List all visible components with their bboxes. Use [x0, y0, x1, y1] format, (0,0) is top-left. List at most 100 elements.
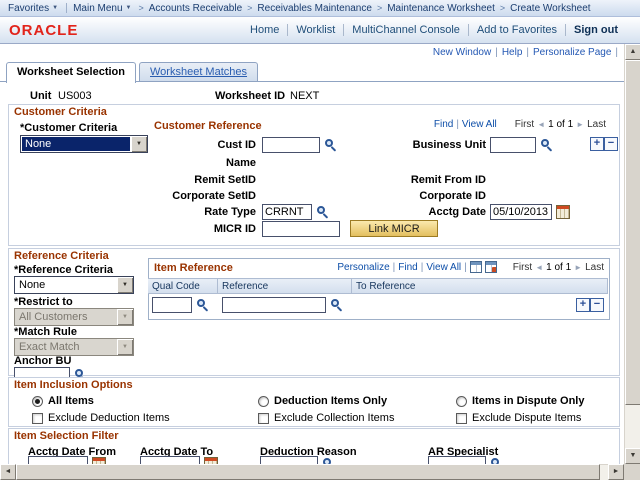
vertical-scroll-thumb[interactable] [625, 60, 640, 405]
checkbox-exclude-deduction-items-label: Exclude Deduction Items [48, 412, 170, 424]
scroll-left-button[interactable]: ◄ [0, 464, 16, 480]
pipe-separator: | [464, 262, 467, 273]
pipe-separator: | [421, 262, 424, 273]
breadcrumb-item-maintenance-worksheet[interactable]: Maintenance Worksheet [387, 3, 495, 14]
acctg-date-from-input[interactable] [28, 456, 88, 464]
last-label[interactable]: Last [587, 119, 606, 130]
add-row-button[interactable]: + [576, 298, 590, 312]
vertical-scrollbar[interactable]: ▲ ▼ [624, 44, 640, 464]
checkbox-exclude-collection-items[interactable] [258, 413, 269, 424]
business-unit-lookup-icon[interactable] [540, 138, 554, 152]
chevron-down-icon[interactable]: ▼ [131, 136, 147, 152]
breadcrumb-main-menu[interactable]: Main Menu [73, 3, 122, 14]
radio-items-in-dispute-only-label: Items in Dispute Only [472, 395, 584, 407]
acctg-date-label: Acctg Date [384, 206, 486, 218]
checkbox-exclude-dispute-items[interactable] [456, 413, 467, 424]
first-label[interactable]: First [513, 262, 532, 273]
item-inclusion-title: Item Inclusion Options [14, 379, 133, 391]
find-link[interactable]: Find [434, 119, 453, 130]
column-header-to-reference[interactable]: To Reference [352, 278, 608, 294]
deduction-reason-lookup-icon[interactable] [322, 457, 336, 464]
rate-type-input[interactable] [262, 204, 312, 220]
business-unit-input[interactable] [490, 137, 536, 153]
cust-id-lookup-icon[interactable] [324, 138, 338, 152]
deduction-reason-input[interactable] [260, 456, 318, 464]
rate-type-lookup-icon[interactable] [316, 205, 330, 219]
zoom-grid-icon[interactable] [485, 261, 497, 273]
customer-criteria-select[interactable]: None ▼ [20, 135, 148, 153]
corporate-setid-label: Corporate SetID [150, 190, 256, 202]
sign-out-link[interactable]: Sign out [565, 24, 626, 36]
personalize-link[interactable]: Personalize [337, 262, 389, 273]
first-label[interactable]: First [515, 119, 534, 130]
scroll-up-button[interactable]: ▲ [625, 44, 640, 60]
tab-worksheet-selection[interactable]: Worksheet Selection [6, 62, 136, 83]
multichannel-console-link[interactable]: MultiChannel Console [343, 24, 468, 36]
reference-lookup-icon[interactable] [330, 298, 344, 312]
row-count: 1 of 1 [546, 262, 571, 273]
tab-worksheet-matches[interactable]: Worksheet Matches [139, 62, 258, 82]
checkbox-exclude-deduction-items[interactable] [32, 413, 43, 424]
personalize-page-link[interactable]: Personalize Page [533, 47, 611, 58]
acctg-date-from-calendar-icon[interactable] [92, 457, 106, 464]
radio-deduction-items-only[interactable] [258, 396, 269, 407]
link-micr-button[interactable]: Link MICR [350, 220, 438, 237]
chevron-down-icon[interactable]: ▼ [52, 5, 58, 11]
ar-specialist-lookup-icon[interactable] [490, 457, 504, 464]
scroll-down-button[interactable]: ▼ [625, 448, 640, 464]
reference-criteria-dropdown-label: *Reference Criteria [14, 264, 113, 276]
qual-code-input[interactable] [152, 297, 192, 313]
banner-links: Home Worklist MultiChannel Console Add t… [242, 24, 626, 36]
breadcrumb-separator: > [500, 3, 505, 13]
add-row-button[interactable]: + [590, 137, 604, 151]
pipe-separator: | [393, 262, 396, 273]
breadcrumb-separator: > [377, 3, 382, 13]
ar-specialist-input[interactable] [428, 456, 486, 464]
chevron-down-icon[interactable]: ▼ [117, 277, 133, 293]
horizontal-scrollbar[interactable]: ◄ ► [0, 464, 624, 480]
column-header-reference[interactable]: Reference [218, 278, 352, 294]
find-link[interactable]: Find [398, 262, 417, 273]
last-label[interactable]: Last [585, 262, 604, 273]
reference-input[interactable] [222, 297, 326, 313]
acctg-date-to-calendar-icon[interactable] [204, 457, 218, 464]
acctg-date-to-input[interactable] [140, 456, 200, 464]
next-row-icon[interactable]: ► [576, 120, 584, 129]
acctg-date-input[interactable] [490, 204, 552, 220]
worklist-link[interactable]: Worklist [287, 24, 343, 36]
column-header-qual-code[interactable]: Qual Code [148, 278, 218, 294]
acctg-date-calendar-icon[interactable] [556, 205, 570, 219]
download-grid-icon[interactable] [470, 261, 482, 273]
breadcrumb-separator: > [139, 3, 144, 13]
delete-row-button[interactable]: − [604, 137, 618, 151]
scroll-right-button[interactable]: ► [608, 464, 624, 480]
help-link[interactable]: Help [502, 47, 523, 58]
new-window-link[interactable]: New Window [433, 47, 491, 58]
corporate-id-label: Corporate ID [384, 190, 486, 202]
add-to-favorites-link[interactable]: Add to Favorites [468, 24, 565, 36]
previous-row-icon[interactable]: ◄ [537, 120, 545, 129]
previous-row-icon[interactable]: ◄ [535, 263, 543, 272]
delete-row-button[interactable]: − [590, 298, 604, 312]
reference-criteria-select[interactable]: None ▼ [14, 276, 134, 294]
horizontal-scroll-thumb[interactable] [16, 464, 600, 480]
customer-criteria-title: Customer Criteria [14, 106, 107, 118]
breadcrumb-item-receivables-maintenance[interactable]: Receivables Maintenance [257, 3, 372, 14]
radio-all-items[interactable] [32, 396, 43, 407]
home-link[interactable]: Home [242, 24, 287, 36]
match-rule-selected-value: Exact Match [16, 340, 116, 354]
unit-label: Unit [30, 90, 51, 102]
chevron-down-icon[interactable]: ▼ [126, 5, 132, 11]
next-row-icon[interactable]: ► [574, 263, 582, 272]
view-all-link[interactable]: View All [426, 262, 461, 273]
view-all-link[interactable]: View All [462, 119, 497, 130]
radio-items-in-dispute-only[interactable] [456, 396, 467, 407]
breadcrumb-item-accounts-receivable[interactable]: Accounts Receivable [149, 3, 242, 14]
breadcrumb-favorites[interactable]: Favorites [8, 3, 49, 14]
row-count: 1 of 1 [548, 119, 573, 130]
cust-id-input[interactable] [262, 137, 320, 153]
breadcrumb-item-create-worksheet[interactable]: Create Worksheet [510, 3, 590, 14]
qual-code-lookup-icon[interactable] [196, 298, 210, 312]
micr-id-input[interactable] [262, 221, 340, 237]
cust-id-label: Cust ID [150, 139, 256, 151]
